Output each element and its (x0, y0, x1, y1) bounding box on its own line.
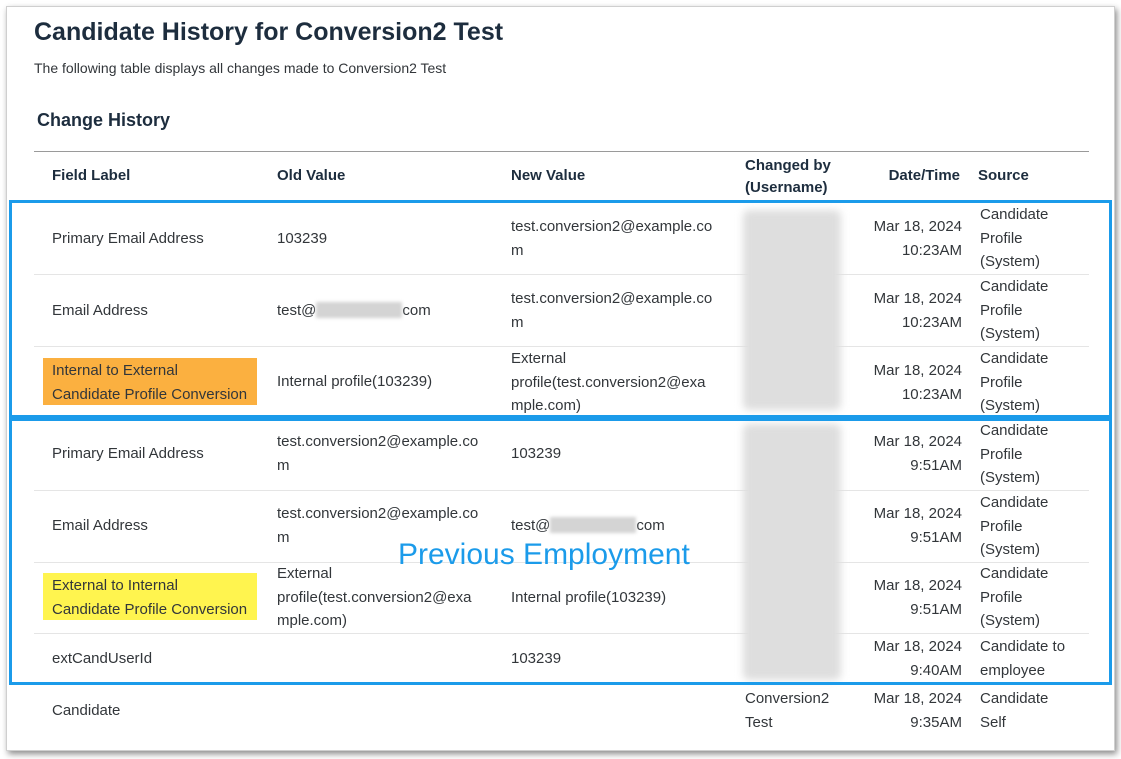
column-header-changed-by-line1: Changed by (745, 157, 831, 174)
column-header-new-value[interactable]: New Value (511, 165, 585, 187)
column-header-field-label[interactable]: Field Label (52, 165, 130, 187)
column-header-date-time[interactable]: Date/Time (860, 165, 960, 187)
header-divider (34, 151, 1089, 152)
annotation-box-conversion (9, 200, 1112, 418)
date-time-cell: Mar 18, 2024 9:35AM (873, 690, 962, 731)
page-title: Candidate History for Conversion2 Test (34, 18, 504, 46)
source-cell: Candidate Self (980, 690, 1049, 731)
changed-by-cell: Conversion2 Test (745, 690, 830, 731)
field-label-cell: Candidate (52, 702, 121, 719)
column-header-changed-by[interactable]: Changed by (Username) (745, 155, 831, 199)
annotation-label: Previous Employment (398, 538, 690, 571)
section-title: Change History (37, 110, 171, 130)
page-subtitle: The following table displays all changes… (34, 60, 447, 76)
column-header-source[interactable]: Source (978, 165, 1029, 187)
column-header-changed-by-line2: (Username) (745, 179, 828, 196)
column-header-old-value[interactable]: Old Value (277, 165, 345, 187)
